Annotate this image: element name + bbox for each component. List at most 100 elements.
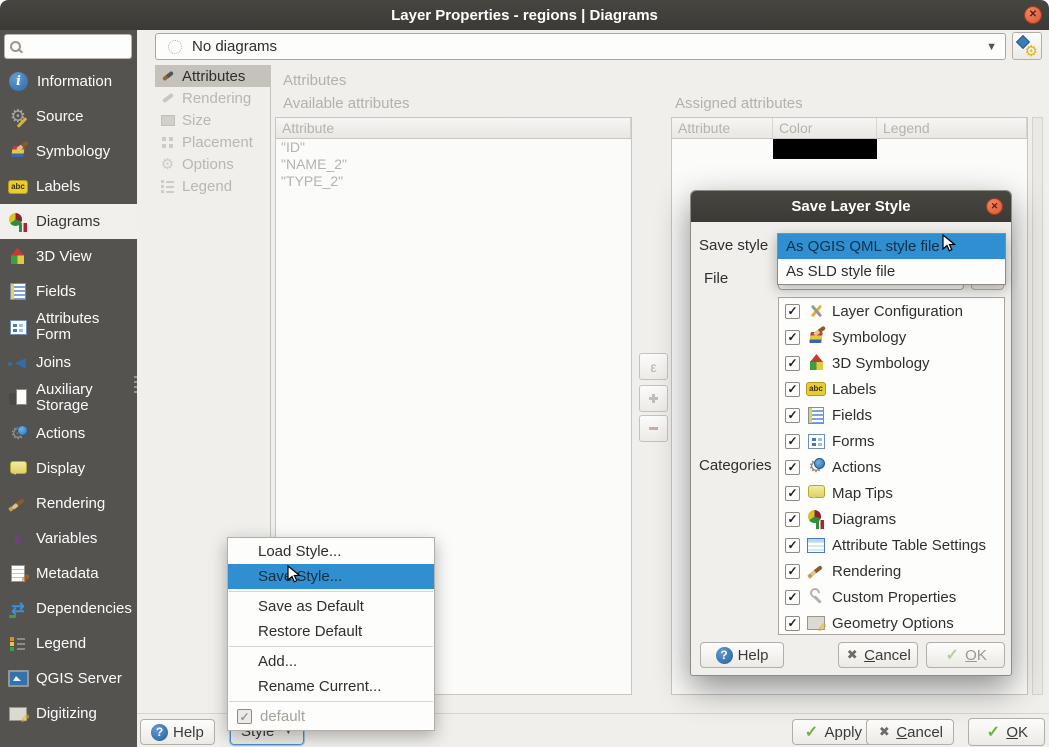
expression-button[interactable]: ε [639,353,668,380]
tab-rendering[interactable]: Rendering [155,87,270,109]
checkbox-checked[interactable] [785,538,800,553]
cancel-button[interactable]: Cancel [866,719,954,745]
category-attribute-table-settings[interactable]: Attribute Table Settings [779,532,1004,558]
search-input[interactable] [25,37,125,57]
sidebar-item-joins[interactable]: Joins [0,345,137,380]
tab-label: Rendering [182,90,251,107]
menu-item-label: Load Style... [258,543,341,560]
menu-item-load-style[interactable]: Load Style... [228,539,434,564]
category-forms[interactable]: Forms [779,428,1004,454]
category-custom-properties[interactable]: Custom Properties [779,584,1004,610]
tab-size[interactable]: Size [155,109,270,131]
abc-label-icon [806,379,826,399]
checkbox-checked[interactable] [785,382,800,397]
category-label: Diagrams [832,511,896,528]
category-labels[interactable]: Labels [779,376,1004,402]
column-header-color[interactable]: Color [773,118,877,138]
sidebar-item-label: Metadata [36,566,99,582]
menu-item-save-as-default[interactable]: Save as Default [228,594,434,619]
checkbox-checked[interactable] [785,512,800,527]
menu-item-default-style[interactable]: default [228,704,434,729]
menu-item-save-style[interactable]: Save Style... [228,564,434,589]
column-header-attribute[interactable]: Attribute [672,118,773,138]
checkbox-checked[interactable] [785,564,800,579]
tab-legend[interactable]: Legend [155,175,270,197]
checkbox-checked[interactable] [785,356,800,371]
pie-chart-icon [806,509,826,529]
column-header-attribute[interactable]: Attribute [276,118,631,138]
add-attribute-button[interactable] [639,385,668,412]
category-map-tips[interactable]: Map Tips [779,480,1004,506]
apply-button[interactable]: Apply [792,719,873,745]
sidebar-item-qgis-server[interactable]: QGIS Server [0,661,137,696]
sidebar-item-display[interactable]: Display [0,451,137,486]
checkbox-checked[interactable] [785,330,800,345]
sidebar-item-actions[interactable]: Actions [0,416,137,451]
sidebar-item-dependencies[interactable]: Dependencies [0,591,137,626]
category-symbology[interactable]: Symbology [779,324,1004,350]
checkbox-checked[interactable] [785,304,800,319]
tab-attributes[interactable]: Attributes [155,65,270,87]
checkbox-checked[interactable] [785,408,800,423]
category-diagrams[interactable]: Diagrams [779,506,1004,532]
sidebar-item-attributes-form[interactable]: Attributes Form [0,309,137,345]
dialog-help-button[interactable]: Help [700,642,784,668]
category-actions[interactable]: Actions [779,454,1004,480]
attribute-row-type2[interactable]: "TYPE_2" [276,173,631,190]
sidebar-item-diagrams[interactable]: Diagrams [0,204,137,239]
category-rendering[interactable]: Rendering [779,558,1004,584]
checkbox-checked[interactable] [785,460,800,475]
category-layer-configuration[interactable]: Layer Configuration [779,298,1004,324]
checkbox-checked[interactable] [785,590,800,605]
available-attributes-label: Available attributes [283,95,409,112]
menu-item-restore-default[interactable]: Restore Default [228,619,434,644]
assigned-legend-cell[interactable] [877,139,1027,159]
menu-item-add[interactable]: Add... [228,649,434,674]
attributes-tab-icon [159,68,176,85]
3d-cube-icon [806,353,826,373]
epsilon-icon: ε [650,359,656,375]
sidebar-item-auxiliary-storage[interactable]: Auxiliary Storage [0,380,137,416]
sidebar-item-source[interactable]: Source [0,99,137,134]
vertical-scrollbar[interactable] [1032,117,1043,695]
dialog-cancel-button[interactable]: Cancel [838,642,918,668]
diagram-type-combobox[interactable]: No diagrams ▼ [155,33,1006,60]
sidebar-item-symbology[interactable]: Symbology [0,134,137,169]
tab-placement[interactable]: Placement [155,131,270,153]
sidebar-item-information[interactable]: Information [0,64,137,99]
category-fields[interactable]: Fields [779,402,1004,428]
legend-tab-icon [159,178,176,195]
window-close-button[interactable]: ✕ [1024,6,1042,24]
tab-options[interactable]: Options [155,153,270,175]
dialog-close-button[interactable]: ✕ [986,198,1003,215]
checkbox-checked[interactable] [785,616,800,631]
category-geometry-options[interactable]: Geometry Options [779,610,1004,635]
sidebar-item-legend[interactable]: Legend [0,626,137,661]
checkbox-checked[interactable] [785,486,800,501]
remove-attribute-button[interactable] [639,415,668,442]
sidebar-item-digitizing[interactable]: Digitizing [0,696,137,731]
color-swatch[interactable] [773,139,877,159]
sidebar-item-label: 3D View [36,249,92,265]
help-button[interactable]: Help [140,719,215,745]
column-header-legend[interactable]: Legend [877,118,1027,138]
sidebar-item-metadata[interactable]: Metadata [0,556,137,591]
checkbox-checked[interactable] [785,434,800,449]
assigned-attribute-cell[interactable] [672,139,773,159]
map-frame-icon [7,669,29,689]
data-defined-override-button[interactable] [1012,32,1042,60]
sidebar-item-labels[interactable]: Labels [0,169,137,204]
sidebar-item-fields[interactable]: Fields [0,274,137,309]
sidebar-item-rendering[interactable]: Rendering [0,486,137,521]
sidebar-item-variables[interactable]: Variables [0,521,137,556]
dialog-ok-button[interactable]: OK [926,642,1005,668]
sidebar-search-box[interactable] [4,34,132,59]
option-sld-style-file[interactable]: As SLD style file [778,259,1005,284]
category-3d-symbology[interactable]: 3D Symbology [779,350,1004,376]
ok-button[interactable]: OK [968,718,1045,746]
attribute-row-name2[interactable]: "NAME_2" [276,156,631,173]
attribute-row-id[interactable]: "ID" [276,139,631,156]
sidebar-item-3d-view[interactable]: 3D View [0,239,137,274]
menu-item-rename-current[interactable]: Rename Current... [228,674,434,699]
option-qml-style-file[interactable]: As QGIS QML style file [778,234,1005,259]
